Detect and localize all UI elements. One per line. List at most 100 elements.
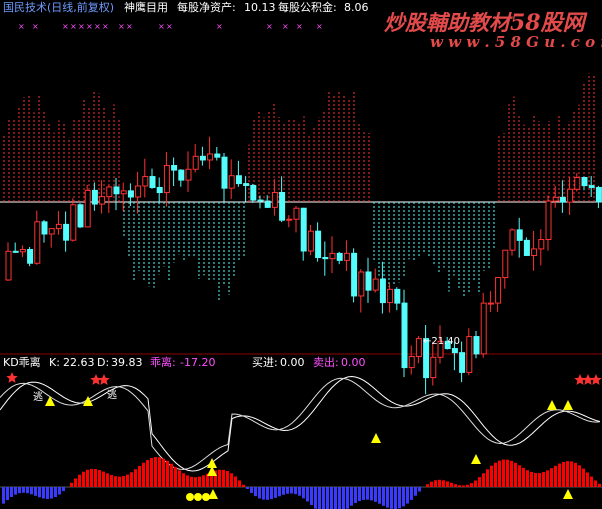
header-x-mark: ×	[78, 22, 85, 31]
candle-body	[228, 175, 235, 189]
deviation-bar	[378, 487, 381, 504]
deviation-bar	[386, 487, 389, 508]
deviation-bar	[74, 478, 77, 487]
deviation-bar	[522, 467, 525, 487]
header-x-mark: ×	[216, 22, 223, 31]
deviation-bar	[338, 487, 341, 509]
deviation-bar	[506, 459, 509, 487]
header-x-mark: ×	[158, 22, 165, 31]
deviation-bar	[166, 460, 169, 487]
candle-body	[358, 271, 365, 297]
candle-body	[430, 356, 437, 379]
deviation-bar	[282, 487, 285, 495]
deviation-bar	[598, 483, 601, 487]
deviation-bar	[126, 474, 129, 487]
deviation-bar	[46, 487, 49, 499]
deviation-bar	[550, 468, 553, 487]
deviation-bar	[42, 487, 45, 499]
buy-value: 0.00	[280, 356, 305, 369]
deviation-bar	[510, 460, 513, 487]
deviation-bar	[314, 487, 317, 509]
deviation-bar	[274, 487, 277, 498]
candle-body	[379, 278, 386, 304]
deviation-bar	[26, 487, 29, 494]
deviation-bar	[502, 459, 505, 487]
deviation-bar	[586, 472, 589, 487]
header-x-mark: ×	[296, 22, 303, 31]
deviation-bar	[534, 472, 537, 487]
deviation-label: 乖离:	[150, 356, 176, 369]
candle-body	[495, 277, 502, 304]
deviation-bar	[434, 480, 437, 487]
deviation-bar	[482, 473, 485, 487]
deviation-bar	[138, 465, 141, 487]
candle-body	[99, 196, 106, 205]
deviation-bar	[498, 460, 501, 487]
candle-body	[70, 204, 77, 241]
candle-body	[509, 229, 516, 251]
deviation-bar	[298, 487, 301, 496]
deviation-bar	[58, 487, 61, 495]
buy-dot-icon	[186, 493, 194, 501]
deviation-bar	[186, 475, 189, 487]
deviation-bar	[582, 468, 585, 487]
candle-body	[271, 191, 278, 208]
deviation-bar	[202, 475, 205, 487]
deviation-bar	[242, 484, 245, 487]
candle-body	[34, 221, 41, 264]
deviation-bar	[538, 472, 541, 487]
deviation-bar	[290, 487, 293, 494]
deviation-bar	[490, 465, 493, 487]
deviation-bar	[38, 487, 41, 498]
deviation-bar	[398, 487, 401, 509]
deviation-bar	[454, 484, 457, 487]
header-x-mark: ×	[118, 22, 125, 31]
candle-body	[351, 252, 358, 297]
deviation-bar	[486, 469, 489, 487]
candle-body	[293, 207, 300, 220]
deviation-bar	[190, 476, 193, 487]
candle-body	[459, 352, 466, 373]
candle-body	[214, 153, 221, 158]
candle-body	[27, 249, 34, 264]
candle-body	[55, 223, 62, 230]
deviation-bar	[570, 461, 573, 487]
deviation-bar	[590, 476, 593, 487]
candle-body	[243, 183, 250, 186]
candle-body	[279, 191, 286, 221]
candle-body	[171, 165, 178, 171]
deviation-bar	[98, 470, 101, 487]
deviation-bar	[526, 470, 529, 487]
buy-triangle-icon	[563, 489, 573, 499]
deviation-bar	[426, 484, 429, 487]
candle-body	[41, 221, 48, 235]
d-value: 39.83	[111, 356, 143, 369]
deviation-bar	[254, 487, 257, 497]
candle-body	[538, 239, 545, 250]
sell-star-icon	[98, 374, 110, 385]
candle-body	[286, 218, 293, 221]
deviation-bar	[154, 457, 157, 487]
sell-star-icon	[6, 372, 18, 383]
deviation-bar	[102, 471, 105, 487]
candle-body	[545, 200, 552, 241]
candle-body	[574, 177, 581, 190]
deviation-bar	[110, 475, 113, 487]
deviation-bar	[418, 487, 421, 492]
candle-body	[365, 271, 372, 291]
candle-body	[19, 249, 26, 253]
candle-body	[235, 175, 242, 185]
sell-value: 0.00	[341, 356, 366, 369]
deviation-bar	[470, 483, 473, 487]
buy-triangle-icon	[45, 396, 55, 406]
candle-body	[451, 348, 458, 354]
candle-body	[5, 250, 12, 281]
candle-body	[372, 278, 379, 291]
escape-tag-1: 逃	[33, 392, 43, 403]
header-x-mark: ×	[32, 22, 39, 31]
candle-body	[91, 189, 98, 205]
header-x-mark: ×	[102, 22, 109, 31]
deviation-bar	[406, 487, 409, 504]
header-x-mark: ×	[266, 22, 273, 31]
price-chart-canvas[interactable]: × × × × × × × × × × × × × × × × ×	[0, 0, 602, 509]
